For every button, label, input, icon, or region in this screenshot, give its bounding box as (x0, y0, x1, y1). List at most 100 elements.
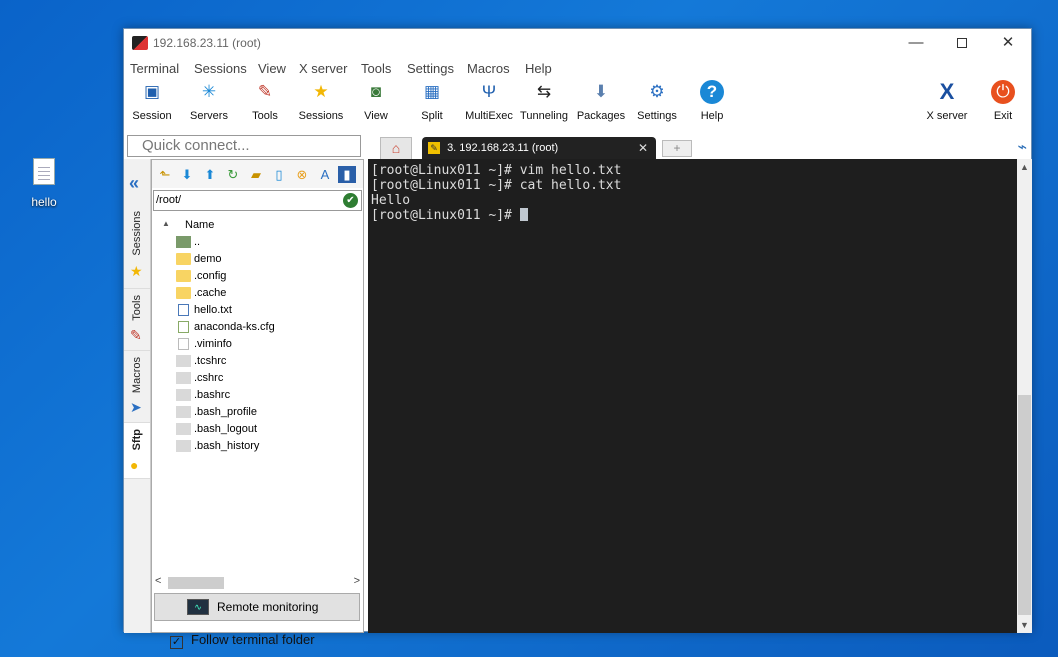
remote-monitoring-button[interactable]: ∿ Remote monitoring (154, 593, 360, 621)
file-row[interactable]: .. (152, 234, 363, 251)
scroll-thumb[interactable] (168, 577, 224, 589)
file-row[interactable]: .bash_history (152, 438, 363, 455)
maximize-button[interactable] (939, 32, 985, 54)
packages-button[interactable]: ⬇ Packages (573, 80, 629, 122)
sftp-path-input[interactable]: /root/ ✔ (153, 190, 362, 211)
help-icon: ? (700, 80, 724, 104)
menu-sessions[interactable]: Sessions (194, 61, 247, 76)
follow-terminal-folder-checkbox[interactable]: ✓ Follow terminal folder (170, 632, 315, 649)
file-row[interactable]: demo (152, 251, 363, 268)
quick-connect-input[interactable]: Quick connect... (127, 135, 361, 157)
home-tab[interactable]: ⌂ (380, 137, 412, 159)
delete-icon[interactable]: ⊗ (293, 166, 311, 183)
scroll-down-icon[interactable]: ▼ (1020, 620, 1029, 630)
new-tab-button[interactable]: + (662, 140, 692, 157)
new-file-icon[interactable]: ▯ (270, 166, 288, 183)
upload-icon[interactable]: ⬆ (201, 166, 219, 183)
rename-icon[interactable]: A (316, 166, 334, 183)
refresh-icon[interactable]: ↻ (224, 166, 242, 183)
terminal-scrollbar[interactable]: ▲ ▼ (1017, 159, 1032, 633)
side-tab-tools[interactable]: Tools ✎ (124, 289, 150, 351)
terminal-line: Hello (371, 193, 411, 208)
send-icon: ➤ (130, 399, 142, 415)
new-folder-icon[interactable]: ▰ (247, 166, 265, 183)
help-button[interactable]: ? Help (684, 80, 740, 122)
side-tab-sessions[interactable]: Sessions ★ (124, 205, 150, 289)
monitor-icon: ▣ (143, 82, 161, 101)
menu-macros[interactable]: Macros (467, 61, 510, 76)
sessions-button[interactable]: ★ Sessions (293, 80, 349, 122)
parent-dir-icon (176, 236, 191, 248)
hidden-file-icon (176, 372, 191, 384)
tab-session-3[interactable]: ✎ 3. 192.168.23.11 (root) ✕ (422, 137, 656, 159)
menu-view[interactable]: View (258, 61, 286, 76)
parent-folder-icon[interactable]: ⬑ (156, 166, 174, 183)
x-server-icon: X (939, 79, 955, 104)
scroll-up-icon[interactable]: ▲ (1020, 162, 1029, 172)
power-icon: ⏻ (991, 80, 1015, 104)
menu-tools[interactable]: Tools (361, 61, 391, 76)
file-row[interactable]: .cache (152, 285, 363, 302)
tools-button[interactable]: ✎ Tools (237, 80, 293, 122)
follow-terminal-folder-label: Follow terminal folder (191, 632, 315, 647)
menu-settings[interactable]: Settings (407, 61, 454, 76)
terminal-cursor (519, 208, 528, 221)
terminal-follow-icon[interactable]: ▮ (338, 166, 356, 183)
side-tab-strip: « Sessions ★ Tools ✎ Macros ➤ Sftp ● (124, 159, 151, 633)
check-icon[interactable]: ✔ (343, 193, 358, 208)
minimize-button[interactable]: — (893, 32, 939, 54)
multiexec-button[interactable]: Ψ MultiExec (461, 80, 517, 122)
hidden-file-icon (176, 423, 191, 435)
servers-button[interactable]: ✳ Servers (181, 80, 237, 122)
file-row[interactable]: .bashrc (152, 387, 363, 404)
desktop-file-hello[interactable]: hello (22, 158, 66, 209)
x-server-button[interactable]: X X server (919, 79, 975, 123)
config-file-icon (178, 321, 189, 333)
view-button[interactable]: ◙ View (348, 80, 404, 122)
close-button[interactable]: ✕ (985, 32, 1031, 54)
settings-button[interactable]: ⚙ Settings (629, 80, 685, 122)
file-row[interactable]: .bash_profile (152, 404, 363, 421)
folder-icon (176, 287, 191, 299)
horizontal-scrollbar[interactable]: < > (152, 575, 363, 591)
scroll-right-icon[interactable]: > (354, 575, 360, 587)
file-row[interactable]: .tcshrc (152, 353, 363, 370)
session-button[interactable]: ▣ Session (124, 80, 180, 122)
tab-close-button[interactable]: ✕ (638, 137, 648, 159)
session-tab-bar: ⌂ ✎ 3. 192.168.23.11 (root) ✕ + ⌁ (366, 135, 1031, 159)
scroll-thumb[interactable] (1018, 395, 1031, 615)
side-tab-macros[interactable]: Macros ➤ (124, 351, 150, 423)
remote-monitoring-label: Remote monitoring (217, 600, 319, 614)
file-row[interactable]: .cshrc (152, 370, 363, 387)
exit-button[interactable]: ⏻ Exit (975, 80, 1031, 122)
paperclip-icon[interactable]: ⌁ (1017, 137, 1027, 157)
download-icon[interactable]: ⬇ (178, 166, 196, 183)
column-name-header[interactable]: Name (185, 219, 214, 231)
text-file-icon (178, 304, 189, 316)
menu-terminal[interactable]: Terminal (130, 61, 179, 76)
file-row[interactable]: anaconda-ks.cfg (152, 319, 363, 336)
sort-arrow-icon: ▲ (162, 219, 170, 228)
terminal-prompt: [root@Linux011 ~]# (371, 208, 520, 223)
file-row[interactable]: .viminfo (152, 336, 363, 353)
package-icon: ⬇ (593, 82, 609, 101)
hidden-file-icon (176, 440, 191, 452)
mobaxterm-window: 192.168.23.11 (root) — ✕ Terminal Sessio… (123, 28, 1032, 649)
scroll-left-icon[interactable]: < (155, 575, 161, 587)
file-row[interactable]: .config (152, 268, 363, 285)
sftp-path: /root/ (156, 194, 182, 206)
ssh-icon: ✎ (428, 142, 440, 155)
side-tab-sftp[interactable]: Sftp ● (124, 423, 150, 479)
menu-bar: Terminal Sessions View X server Tools Se… (124, 58, 1031, 78)
terminal-area[interactable]: [root@Linux011 ~]# vim hello.txt [root@L… (368, 159, 1017, 633)
tunneling-button[interactable]: ⇆ Tunneling (516, 80, 572, 122)
monitor-graph-icon: ∿ (187, 599, 209, 615)
menu-help[interactable]: Help (525, 61, 552, 76)
fork-icon: Ψ (481, 82, 497, 101)
file-row[interactable]: .bash_logout (152, 421, 363, 438)
menu-x-server[interactable]: X server (299, 61, 347, 76)
file-row[interactable]: hello.txt (152, 302, 363, 319)
tunnel-icon: ⇆ (536, 82, 552, 101)
split-button[interactable]: ▦ Split (404, 80, 460, 122)
collapse-sidebar-icon[interactable]: « (129, 173, 139, 194)
